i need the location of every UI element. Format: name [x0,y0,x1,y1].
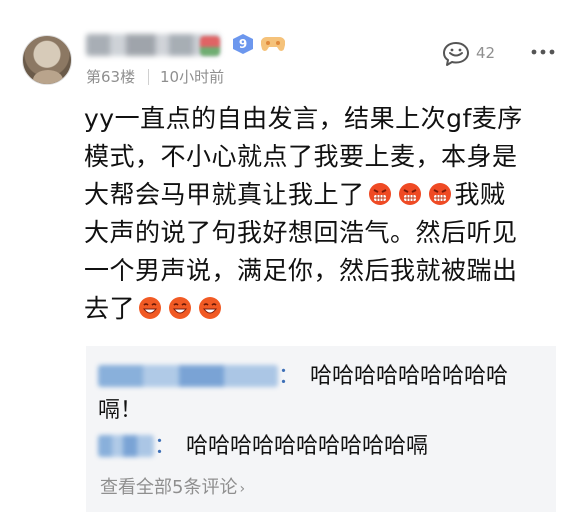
user-avatar[interactable] [22,35,72,85]
replies-box: ：哈哈哈哈哈哈哈哈哈嗝！ ： 哈哈哈哈哈哈哈哈哈哈嗝 查看全部5条评论 › [86,346,556,512]
angry-face-emoji [368,183,391,205]
post-line: 大帮会马甲就真让我上了 我贼 [84,176,564,214]
post-line-text: 去了 [84,294,136,323]
post-line: yy一直点的自由发言，结果上次gf麦序 [84,104,523,133]
angry-face-emoji [428,183,451,205]
post-line-text: 大帮会马甲就真让我上了 [84,180,365,209]
user-emblem-icon [200,36,220,56]
reply-item[interactable]: ： 哈哈哈哈哈哈哈哈哈哈嗝 [98,430,538,464]
comment-bubble-icon[interactable] [441,40,471,68]
reply-colon: ： [278,364,301,389]
post-content: yy一直点的自由发言，结果上次gf麦序 模式，不小心就点了我要上麦，本身是 大帮… [84,100,564,328]
post-line-text: 我贼 [454,180,506,209]
view-all-comments-link[interactable]: 查看全部5条评论 › [100,476,245,501]
game-controller-icon [261,36,285,51]
floor-number: 第63楼 [86,68,136,86]
reply-username-blurred[interactable] [98,365,278,387]
laugh-face-emoji [169,297,192,319]
post-line: 去了 [84,290,564,328]
post-line: 模式，不小心就点了我要上麦，本身是 [84,142,518,171]
level-badge: 9 [233,34,253,54]
comment-count: 42 [476,44,496,62]
angry-face-emoji [398,183,421,205]
laugh-face-emoji [199,297,222,319]
meta-divider [148,69,149,85]
more-dots-icon[interactable] [530,40,556,64]
post-line: 一个男声说，满足你，然后我就被踹出 [84,256,518,285]
reply-text: 哈哈哈哈哈哈哈哈哈哈嗝 [186,434,429,459]
view-all-label: 查看全部5条评论 [100,477,238,498]
laugh-face-emoji [139,297,162,319]
chevron-right-icon: › [239,481,246,497]
reply-username-blurred[interactable] [98,435,154,457]
post-time: 10小时前 [160,68,225,86]
reply-colon: ： [154,434,177,459]
reply-item[interactable]: ：哈哈哈哈哈哈哈哈哈嗝！ [98,360,538,428]
post-line: 大声的说了句我好想回浩气。然后听见 [84,218,518,247]
